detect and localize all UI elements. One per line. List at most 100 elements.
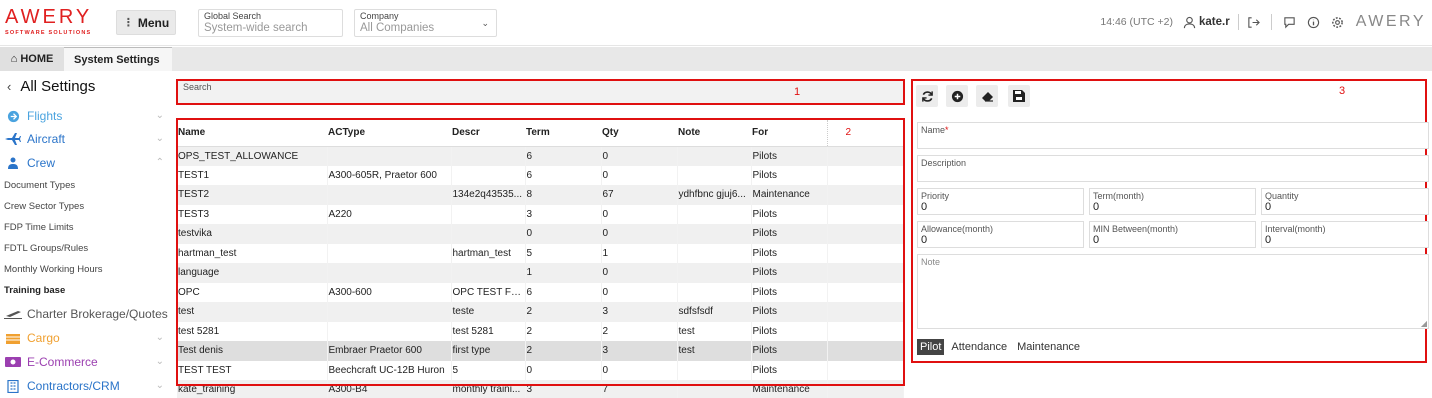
header-divider-2: [1270, 14, 1272, 30]
global-search-input[interactable]: Global Search System-wide search: [198, 9, 343, 37]
sidebar-item-label: Crew: [27, 156, 56, 170]
chevron-down-icon: ⌄: [155, 133, 164, 144]
crew-icon: [4, 156, 22, 170]
user-name: kate.r: [1199, 16, 1230, 28]
annotation-marker-1: 1: [794, 86, 801, 98]
logo-text: AWERY: [5, 6, 93, 28]
gear-icon[interactable]: [1330, 14, 1346, 30]
sidebar-subitem-crew-sector-types[interactable]: Crew Sector Types: [4, 201, 84, 212]
tab-system-settings[interactable]: System Settings: [64, 47, 172, 71]
sidebar-item-label: Aircraft: [27, 132, 66, 146]
header-right: 14:46 (UTC +2) kate.r AWERY: [1100, 13, 1426, 31]
awery-logo[interactable]: AWERY SOFTWARE SOLUTIONS: [5, 6, 97, 36]
description-field[interactable]: Description: [917, 155, 1429, 182]
sidebar-item-charter[interactable]: Charter Brokerage/Quotes ⌄: [4, 304, 168, 324]
user-menu[interactable]: kate.r: [1183, 16, 1230, 29]
header-divider: [1237, 14, 1239, 30]
grid-highlight-frame: [176, 118, 905, 386]
logo-subtitle: SOFTWARE SOLUTIONS: [5, 30, 92, 36]
edit-panel: 3 Name* Description Priority 0 Term(mont…: [911, 79, 1429, 363]
sidebar-subitem-document-types[interactable]: Document Types: [4, 180, 75, 191]
sidebar-item-label: Cargo: [27, 331, 60, 345]
charter-icon: [4, 307, 22, 321]
info-icon[interactable]: [1306, 14, 1322, 30]
sidebar-item-ecommerce[interactable]: E-Commerce ⌄: [4, 352, 168, 372]
interval-label: Interval(month): [1265, 224, 1326, 234]
note-textarea[interactable]: Note ◢: [917, 254, 1429, 329]
cargo-icon: [4, 331, 22, 345]
sidebar-item-contractors[interactable]: Contractors/CRM ⌄: [4, 376, 168, 396]
chevron-down-icon: ⌄: [155, 356, 164, 367]
ecommerce-icon: [4, 355, 22, 369]
min-between-field[interactable]: MIN Between(month) 0: [1089, 221, 1256, 248]
logout-icon[interactable]: [1246, 14, 1262, 30]
for-toggle-group: Pilot Attendance Maintenance: [917, 339, 1083, 355]
chip-attendance[interactable]: Attendance: [948, 339, 1010, 355]
chat-icon[interactable]: [1282, 14, 1298, 30]
clock: 14:46 (UTC +2): [1100, 16, 1174, 28]
clear-button[interactable]: [976, 85, 998, 107]
quantity-field[interactable]: Quantity 0: [1261, 188, 1429, 215]
chip-pilot[interactable]: Pilot: [917, 339, 945, 355]
interval-field[interactable]: Interval(month) 0: [1261, 221, 1429, 248]
chevron-left-icon: ‹: [7, 79, 12, 94]
name-label-text: Name: [921, 125, 946, 135]
menu-button[interactable]: ⋮ Menu: [116, 10, 176, 35]
description-label: Description: [921, 158, 967, 168]
sidebar-subitem-fdp-time-limits[interactable]: FDP Time Limits: [4, 222, 74, 233]
chip-maintenance[interactable]: Maintenance: [1014, 339, 1083, 355]
save-button[interactable]: [1008, 85, 1030, 107]
sidebar-item-aircraft[interactable]: Aircraft ⌄: [4, 129, 168, 149]
add-button[interactable]: [946, 85, 968, 107]
global-search-label: Global Search: [204, 11, 262, 21]
chevron-down-icon: ⌄: [481, 18, 489, 28]
menu-label: Menu: [137, 15, 170, 30]
user-icon: [1183, 16, 1196, 28]
priority-field[interactable]: Priority 0: [917, 188, 1084, 215]
allowance-label: Allowance(month): [921, 224, 994, 234]
interval-value: 0: [1265, 234, 1272, 246]
term-field[interactable]: Term(month) 0: [1089, 188, 1256, 215]
tab-system-settings-label: System Settings: [74, 53, 160, 66]
refresh-icon: [921, 90, 933, 102]
tab-home[interactable]: ⌂ HOME: [0, 47, 64, 71]
quantity-label: Quantity: [1265, 191, 1299, 201]
quantity-value: 0: [1265, 201, 1272, 213]
plus-circle-icon: [951, 90, 963, 102]
annotation-marker-3: 3: [1339, 85, 1346, 97]
term-value: 0: [1093, 201, 1100, 213]
chevron-up-icon: ⌃: [155, 157, 164, 168]
sidebar-subitem-training-base[interactable]: Training base: [4, 285, 65, 296]
sidebar-item-crew[interactable]: Crew ⌃: [4, 153, 168, 173]
sidebar-subitem-monthly-working-hours[interactable]: Monthly Working Hours: [4, 264, 103, 275]
allowance-field[interactable]: Allowance(month) 0: [917, 221, 1084, 248]
sidebar-item-label: Contractors/CRM: [27, 379, 120, 393]
home-icon: ⌂: [10, 53, 18, 65]
company-select[interactable]: Company All Companies ⌄: [354, 9, 497, 37]
sidebar-title-label: All Settings: [20, 78, 96, 95]
sidebar-title[interactable]: ‹ All Settings: [7, 78, 95, 95]
chevron-down-icon: ⌄: [155, 308, 164, 319]
sidebar-item-flights[interactable]: Flights ⌄: [4, 106, 168, 126]
required-asterisk: *: [945, 125, 949, 135]
sidebar-item-cargo[interactable]: Cargo ⌄: [4, 328, 168, 348]
sidebar-item-label: Charter Brokerage/Quotes: [27, 307, 168, 321]
resize-handle-icon[interactable]: ◢: [1421, 319, 1427, 328]
note-label: Note: [921, 257, 941, 267]
plane-icon: [4, 132, 22, 146]
search-field[interactable]: Search 1: [176, 79, 905, 105]
tab-home-label: HOME: [20, 53, 54, 65]
chevron-down-icon: ⌄: [155, 332, 164, 343]
refresh-button[interactable]: [916, 85, 938, 107]
eraser-icon: [982, 91, 993, 102]
tab-bar: ⌂ HOME System Settings: [0, 47, 1432, 71]
priority-label: Priority: [921, 191, 950, 201]
global-search-placeholder: System-wide search: [204, 22, 308, 34]
company-label: Company: [360, 11, 399, 21]
flights-icon: [4, 109, 22, 123]
sidebar-subitem-fdtl-groups[interactable]: FDTL Groups/Rules: [4, 243, 88, 254]
chevron-down-icon: ⌄: [155, 380, 164, 391]
name-field[interactable]: Name*: [917, 122, 1429, 149]
term-label: Term(month): [1093, 191, 1145, 201]
sidebar-item-label: E-Commerce: [27, 355, 98, 369]
